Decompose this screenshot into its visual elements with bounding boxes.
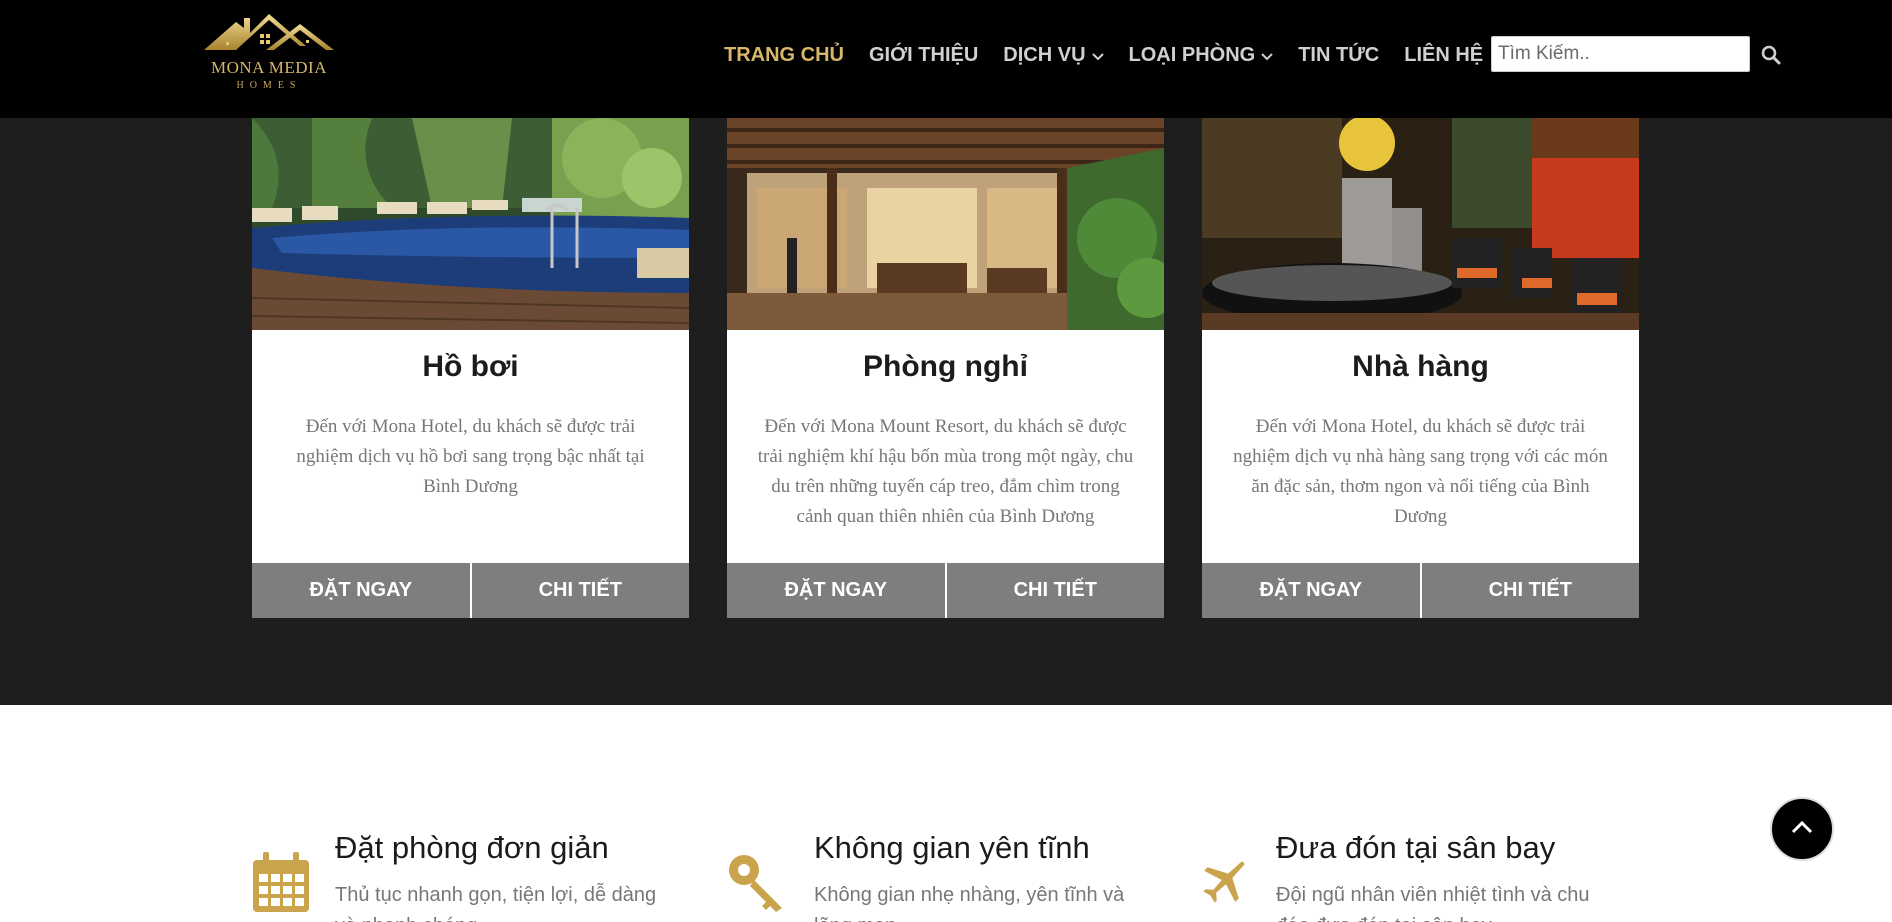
details-button[interactable]: CHI TIẾT <box>1419 563 1639 618</box>
card-body: Nhà hàng Đến với Mona Hotel, du khách sẽ… <box>1202 330 1639 563</box>
nav-item-room-types[interactable]: LOẠI PHÒNG <box>1129 44 1274 67</box>
card-body: Phòng nghỉ Đến với Mona Mount Resort, du… <box>727 330 1164 563</box>
card-description: Đến với Mona Hotel, du khách sẽ được trả… <box>1233 416 1608 527</box>
nav-item-home[interactable]: TRANG CHỦ <box>724 44 844 67</box>
feature-description: Đội ngũ nhân viên nhiệt tình và chu đáo … <box>1276 884 1590 922</box>
feature-description: Thủ tục nhanh gọn, tiện lợi, dễ dàng và … <box>335 884 657 922</box>
restaurant-photo <box>1202 118 1639 330</box>
site-header: MONA MEDIA HOMES TRANG CHỦ GIỚI THIỆU DỊ… <box>0 0 1892 118</box>
service-card-room: Phòng nghỉ Đến với Mona Mount Resort, du… <box>727 118 1164 618</box>
nav-label: DỊCH VỤ <box>1003 43 1086 66</box>
card-title: Nhà hàng <box>1352 350 1489 383</box>
nav-label: LIÊN HỆ <box>1404 43 1484 66</box>
nav-item-contact[interactable]: LIÊN HỆ <box>1404 44 1483 67</box>
house-roof-logo-icon <box>204 14 334 50</box>
feature-title: Đặt phòng đơn giản <box>335 830 609 865</box>
book-now-button[interactable]: ĐẶT NGAY <box>1202 563 1420 618</box>
chevron-up-icon <box>1791 820 1813 839</box>
logo-text: MONA MEDIA <box>211 58 327 77</box>
nav-item-services[interactable]: DỊCH VỤ <box>1003 43 1104 67</box>
card-actions: ĐẶT NGAY CHI TIẾT <box>1202 563 1639 618</box>
feature-title: Không gian yên tĩnh <box>814 830 1090 865</box>
nav-label: GIỚI THIỆU <box>869 43 979 66</box>
service-card-restaurant: Nhà hàng Đến với Mona Hotel, du khách sẽ… <box>1202 118 1639 618</box>
calendar-icon <box>251 850 311 914</box>
card-actions: ĐẶT NGAY CHI TIẾT <box>727 563 1164 618</box>
card-title: Phòng nghỉ <box>863 350 1028 383</box>
room-patio-photo <box>727 118 1164 330</box>
chevron-down-icon <box>1261 44 1273 67</box>
book-now-button[interactable]: ĐẶT NGAY <box>727 563 945 618</box>
card-title: Hồ bơi <box>422 350 519 383</box>
pool-photo <box>252 118 689 330</box>
nav-label: TRANG CHỦ <box>724 43 844 66</box>
site-logo[interactable]: MONA MEDIA HOMES <box>196 6 342 98</box>
card-body: Hồ bơi Đến với Mona Hotel, du khách sẽ đ… <box>252 330 689 563</box>
key-icon <box>726 852 786 916</box>
feature-description: Không gian nhẹ nhàng, yên tĩnh và lãng m… <box>814 884 1125 922</box>
nav-label: TIN TỨC <box>1298 43 1380 66</box>
card-description: Đến với Mona Hotel, du khách sẽ được trả… <box>296 416 645 497</box>
nav-item-about[interactable]: GIỚI THIỆU <box>869 44 978 67</box>
back-to-top-button[interactable] <box>1770 797 1834 861</box>
search-icon[interactable] <box>1760 44 1782 66</box>
chevron-down-icon <box>1091 44 1104 67</box>
nav-label: LOẠI PHÒNG <box>1128 43 1256 66</box>
card-actions: ĐẶT NGAY CHI TIẾT <box>252 563 689 618</box>
airplane-icon <box>1200 854 1260 918</box>
nav-item-news[interactable]: TIN TỨC <box>1298 44 1379 67</box>
service-card-pool: Hồ bơi Đến với Mona Hotel, du khách sẽ đ… <box>252 118 689 618</box>
logo-subtext: HOMES <box>236 80 302 91</box>
book-now-button[interactable]: ĐẶT NGAY <box>252 563 470 618</box>
search-input[interactable] <box>1491 36 1750 72</box>
card-description: Đến với Mona Mount Resort, du khách sẽ đ… <box>757 416 1134 527</box>
details-button[interactable]: CHI TIẾT <box>944 563 1164 618</box>
feature-title: Đưa đón tại sân bay <box>1276 830 1556 865</box>
details-button[interactable]: CHI TIẾT <box>469 563 689 618</box>
main-nav: TRANG CHỦ GIỚI THIỆU DỊCH VỤ LOẠI PHÒNG … <box>724 40 1508 70</box>
